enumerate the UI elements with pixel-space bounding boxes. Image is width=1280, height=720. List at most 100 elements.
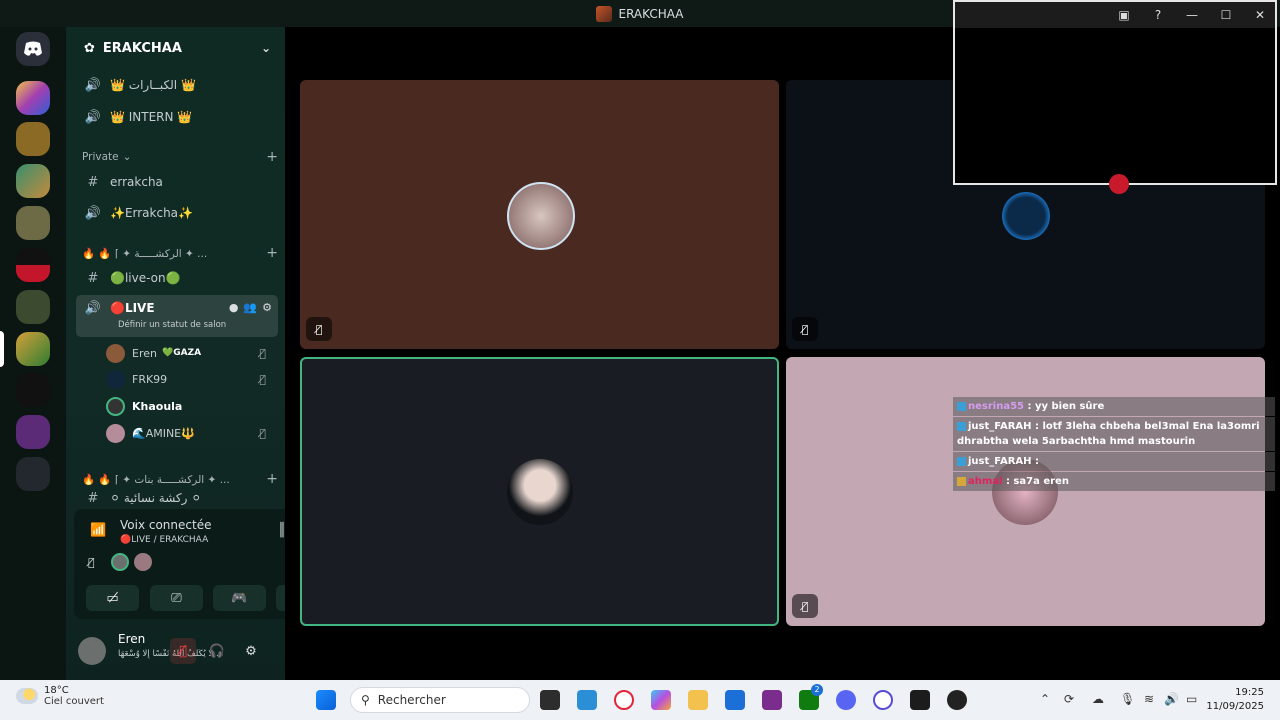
task-view-icon[interactable] bbox=[540, 690, 560, 710]
clock-date: 11/09/2025 bbox=[1206, 701, 1264, 712]
file-explorer-icon[interactable] bbox=[688, 690, 708, 710]
search-icon: ⚲ bbox=[361, 693, 370, 707]
voice-member[interactable]: 🌊AMINE🔱 🎙̸ bbox=[106, 421, 266, 445]
maximize-icon[interactable]: ☐ bbox=[1211, 8, 1241, 22]
store-icon[interactable] bbox=[725, 690, 745, 710]
gear-icon[interactable]: ⚙ bbox=[262, 301, 272, 314]
server-folder[interactable] bbox=[16, 457, 50, 491]
sync-icon[interactable]: ⟳ bbox=[1064, 692, 1074, 706]
category-3[interactable]: 🔥 🔥 ⌈ ✦ الركشـــــة بنات ✦ ... + bbox=[82, 471, 278, 487]
gear-icon: ⚙ bbox=[245, 643, 257, 659]
chevron-up-icon[interactable]: ⌃ bbox=[1040, 692, 1050, 706]
server-rail bbox=[0, 27, 66, 680]
channel-label: 🔴LIVE bbox=[110, 301, 155, 315]
battery-icon[interactable]: ▭ bbox=[1186, 692, 1197, 706]
voice-member[interactable]: FRK99 🎙̸ bbox=[106, 367, 266, 391]
voice-channel[interactable]: 🔊 👑 INTERN 👑 bbox=[76, 103, 278, 131]
participant-tile[interactable]: 🎙̸ bbox=[300, 80, 779, 349]
system-clock[interactable]: 19:25 11/09/2025 bbox=[1206, 686, 1264, 714]
channel-label: ✨Errakcha✨ bbox=[110, 206, 193, 220]
start-button[interactable] bbox=[316, 690, 336, 710]
avatar bbox=[111, 553, 129, 571]
voice-channel[interactable]: 🔊 👑 الكبــارات 👑 bbox=[76, 71, 278, 99]
taskbar-search[interactable]: ⚲ Rechercher bbox=[350, 687, 530, 713]
category-label: 🔥 🔥 ⌈ ✦ الركشـــــة ✦ ... bbox=[82, 247, 208, 260]
text-channel[interactable]: # ⚪ ركشة نسائية ⚪ bbox=[76, 489, 278, 507]
participant-tile-speaking[interactable] bbox=[300, 357, 779, 626]
opera-gx-icon[interactable] bbox=[873, 690, 893, 710]
chevron-down-icon: ⌄ bbox=[260, 41, 271, 55]
user-settings-button[interactable]: ⚙ bbox=[238, 638, 264, 664]
category-2[interactable]: 🔥 🔥 ⌈ ✦ الركشـــــة ✦ ... + bbox=[82, 245, 278, 261]
text-channel[interactable]: # errakcha bbox=[76, 168, 278, 196]
windows-taskbar: 18°C Ciel couvert ⚲ Rechercher 2 ⌃ ⟳ ☁ 🎙… bbox=[0, 680, 1280, 720]
search-placeholder: Rechercher bbox=[377, 693, 446, 707]
channel-sidebar: ✿ ERAKCHAA ⌄ 🔊 👑 الكبــارات 👑 🔊 👑 INTERN… bbox=[66, 27, 342, 680]
voice-status-channel[interactable]: 🔴LIVE / ERAKCHAA bbox=[120, 535, 208, 545]
camera-off-button[interactable]: ▭̸ bbox=[86, 585, 139, 611]
chat-user: just_FARAH bbox=[968, 456, 1032, 467]
voice-status-title: Voix connectée bbox=[120, 518, 212, 532]
server-icon[interactable] bbox=[16, 81, 50, 115]
server-icon[interactable] bbox=[16, 373, 50, 407]
add-channel-icon[interactable]: + bbox=[266, 471, 278, 487]
mic-muted-icon: 🎙̸ bbox=[179, 643, 187, 659]
discord-home-button[interactable] bbox=[16, 32, 50, 66]
add-channel-icon[interactable]: + bbox=[266, 149, 278, 165]
xbox-icon[interactable]: 2 bbox=[799, 684, 823, 710]
hash-icon: # bbox=[87, 174, 99, 190]
chat-message: nesrina55 : yy bien sûre bbox=[953, 397, 1275, 416]
minimize-icon[interactable]: — bbox=[1177, 8, 1207, 22]
server-icon[interactable] bbox=[16, 248, 50, 282]
user-avatar[interactable] bbox=[78, 637, 106, 665]
discord-taskbar-icon[interactable] bbox=[836, 690, 856, 710]
server-icon[interactable] bbox=[16, 415, 50, 449]
activity-button[interactable]: 🎮 bbox=[213, 585, 266, 611]
voice-member[interactable]: Eren 💚GAZA 🎙̸ bbox=[106, 341, 266, 365]
invite-icon[interactable]: 👥 bbox=[243, 301, 257, 314]
screen-share-button[interactable]: ⎚ bbox=[150, 585, 203, 611]
server-icon[interactable] bbox=[16, 290, 50, 324]
weather-widget[interactable]: 18°C Ciel couvert bbox=[16, 685, 104, 707]
obs-icon[interactable] bbox=[947, 690, 967, 710]
channel-status-hint[interactable]: Définir un statut de salon bbox=[118, 320, 226, 330]
voice-channel[interactable]: 🔊 ✨Errakcha✨ bbox=[76, 199, 278, 227]
help-icon[interactable]: ? bbox=[1143, 8, 1173, 22]
server-icon[interactable] bbox=[16, 122, 50, 156]
copilot-icon[interactable] bbox=[651, 690, 671, 710]
mute-button[interactable]: 🎙̸ bbox=[170, 638, 196, 664]
deafen-button[interactable]: 🎧 bbox=[204, 638, 230, 664]
popout-titlebar: ▣ ? — ☐ ✕ bbox=[955, 2, 1275, 28]
speaker-icon: 🔊 bbox=[84, 77, 102, 93]
avatar bbox=[106, 343, 125, 363]
microphone-icon[interactable]: 🎙 bbox=[1120, 692, 1135, 706]
terminal-icon[interactable] bbox=[910, 690, 930, 710]
volume-icon[interactable]: 🔊 bbox=[1164, 692, 1179, 706]
category-private[interactable]: Private ⌄ + bbox=[82, 149, 278, 165]
server-badge-icon: ✿ bbox=[84, 40, 95, 56]
wifi-icon[interactable]: ≋ bbox=[1144, 692, 1154, 706]
window-title: ERAKCHAA bbox=[618, 6, 684, 21]
weather-temp: 18°C bbox=[44, 685, 69, 696]
server-icon-active[interactable] bbox=[16, 332, 50, 366]
close-icon[interactable]: ✕ bbox=[1245, 8, 1275, 22]
inbox-icon[interactable]: ▣ bbox=[1109, 8, 1139, 22]
voice-member-speaking[interactable]: Khaoula bbox=[106, 394, 266, 418]
opera-icon[interactable] bbox=[614, 690, 634, 710]
app-icon[interactable] bbox=[762, 690, 782, 710]
chat-text: : yy bien sûre bbox=[1027, 401, 1105, 412]
text-channel[interactable]: # 🟢live-on🟢 bbox=[76, 264, 278, 292]
server-icon[interactable] bbox=[16, 164, 50, 198]
server-icon[interactable] bbox=[16, 206, 50, 240]
voice-channel-live[interactable]: 🔊 🔴LIVE ● 👥 ⚙ Définir un statut de salon bbox=[76, 295, 278, 337]
cloud-icon[interactable]: ☁ bbox=[1092, 692, 1104, 706]
popout-window[interactable]: ▣ ? — ☐ ✕ bbox=[953, 0, 1277, 194]
widgets-icon[interactable] bbox=[577, 690, 597, 710]
channel-label: 🟢live-on🟢 bbox=[110, 271, 181, 285]
add-channel-icon[interactable]: + bbox=[266, 245, 278, 261]
speaker-icon: 🔊 bbox=[84, 109, 102, 125]
server-header[interactable]: ✿ ERAKCHAA ⌄ bbox=[66, 27, 285, 69]
chat-icon[interactable]: ● bbox=[229, 301, 239, 314]
avatar bbox=[106, 369, 125, 389]
member-name: Khaoula bbox=[132, 399, 183, 413]
